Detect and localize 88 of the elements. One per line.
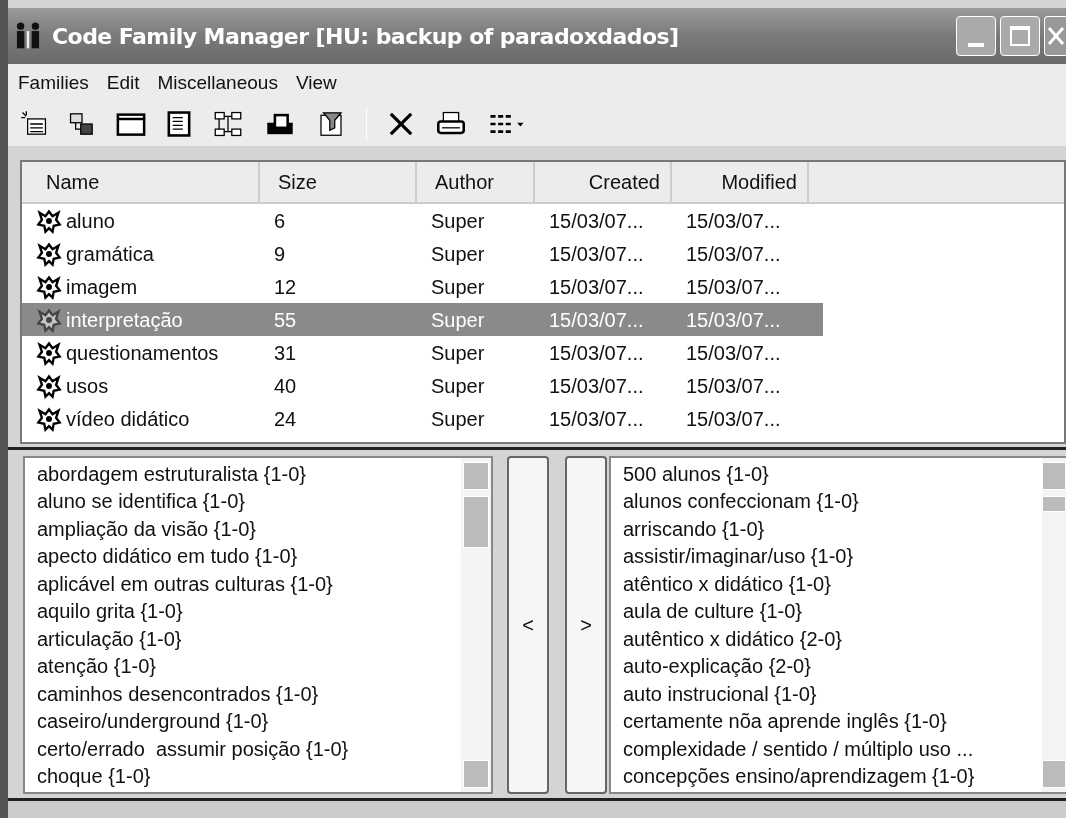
table-cell-text: 31 — [274, 340, 297, 366]
code-item[interactable]: complexidade / sentido / múltiplo uso ... — [623, 735, 1042, 763]
table-cell-text: Super — [431, 340, 485, 366]
table-cell-text: 15/03/07... — [549, 241, 644, 267]
hierarchy-icon[interactable] — [68, 110, 96, 138]
table-cell-text: 12 — [274, 274, 297, 300]
table-cell-text: 15/03/07... — [549, 340, 644, 366]
table-cell-text: 15/03/07... — [549, 373, 644, 399]
code-item[interactable]: articulação {1-0} — [37, 625, 461, 653]
column-header[interactable]: Name — [22, 162, 260, 202]
table-cell-text: 15/03/07... — [549, 307, 644, 333]
family-icon — [36, 372, 62, 399]
code-item[interactable]: ampliação da visão {1-0} — [37, 515, 461, 543]
column-header[interactable]: Size — [260, 162, 417, 202]
table-cell-text: 15/03/07... — [549, 274, 644, 300]
table-cell-text: imagem — [66, 274, 138, 300]
code-item[interactable]: apecto didático em tudo {1-0} — [37, 542, 461, 570]
table-cell-text: Super — [431, 373, 485, 399]
network-icon[interactable] — [212, 110, 244, 138]
family-icon — [36, 405, 62, 432]
table-cell-text: Super — [431, 241, 485, 267]
column-header[interactable]: Created — [535, 162, 672, 202]
table-cell-text: 15/03/07... — [686, 274, 781, 300]
code-item[interactable]: assistir/imaginar/uso {1-0} — [623, 542, 1042, 570]
code-item[interactable]: certo/errado assumir posição {1-0} — [37, 735, 461, 763]
table-cell-text: gramática — [66, 241, 154, 267]
menu-item[interactable]: Edit — [106, 68, 140, 98]
family-icon — [36, 207, 62, 234]
table-cell-text: 24 — [274, 406, 297, 432]
table-cell-text: usos — [66, 373, 109, 399]
column-header[interactable]: Modified — [672, 162, 809, 202]
close-icon — [1047, 25, 1065, 47]
family-icon — [36, 339, 62, 366]
code-item[interactable]: aluno se identifica {1-0} — [37, 487, 461, 515]
table-cell-text: Super — [431, 307, 485, 333]
close-button[interactable] — [1044, 16, 1066, 56]
code-item[interactable]: alunos confeccionam {1-0} — [623, 487, 1042, 515]
table-cell-text: 15/03/07... — [549, 208, 644, 234]
family-icon — [36, 306, 62, 333]
family-icon — [36, 273, 62, 300]
move-button[interactable]: < — [507, 456, 549, 794]
table-cell-text: interpretação — [66, 307, 183, 333]
table-cell-text: 15/03/07... — [686, 406, 781, 432]
new-item-icon[interactable] — [20, 110, 48, 138]
family-icon — [36, 240, 62, 267]
code-item[interactable]: autêntico x didático {2-0} — [623, 625, 1042, 653]
code-item[interactable]: certamente nõa aprende inglês {1-0} — [623, 707, 1042, 735]
table-cell-text: 15/03/07... — [686, 340, 781, 366]
menu-item[interactable]: Miscellaneous — [157, 68, 278, 98]
table-cell-text: Super — [431, 208, 485, 234]
column-header[interactable]: Author — [417, 162, 535, 202]
menu-item[interactable]: Families — [18, 68, 89, 98]
code-item[interactable]: concepções ensino/aprendizagem {1-0} — [623, 762, 1042, 790]
table-cell-text: 6 — [274, 208, 286, 234]
code-item[interactable]: abordagem estruturalista {1-0} — [37, 460, 461, 488]
table-cell-text: 15/03/07... — [686, 241, 781, 267]
window-icon[interactable] — [116, 110, 146, 138]
scrollbar[interactable] — [1042, 458, 1066, 792]
table-cell-text: 15/03/07... — [549, 406, 644, 432]
code-item[interactable]: 500 alunos {1-0} — [623, 460, 1042, 488]
delete-icon[interactable] — [387, 110, 415, 138]
table-cell-text: Super — [431, 274, 485, 300]
table-cell-text: 15/03/07... — [686, 307, 781, 333]
document-icon[interactable] — [166, 110, 192, 138]
table-cell-text: 9 — [274, 241, 286, 267]
table-cell-text: questionamentos — [66, 340, 219, 366]
menu-item[interactable]: View — [295, 68, 337, 98]
table-cell-text: aluno — [66, 208, 115, 234]
code-item[interactable]: atenção {1-0} — [37, 652, 461, 680]
scrollbar[interactable] — [461, 458, 491, 792]
table-cell-text: 15/03/07... — [686, 373, 781, 399]
code-item[interactable]: aula de culture {1-0} — [623, 597, 1042, 625]
code-item[interactable]: aquilo grita {1-0} — [37, 597, 461, 625]
code-item[interactable]: auto instrucional {1-0} — [623, 680, 1042, 708]
code-item[interactable]: auto-explicação {2-0} — [623, 652, 1042, 680]
table-cell-text: 15/03/07... — [686, 208, 781, 234]
code-item[interactable]: caseiro/underground {1-0} — [37, 707, 461, 735]
window-title: Code Family Manager [HU: backup of paradoxdados] — [52, 22, 679, 51]
table-cell-text: Super — [431, 406, 485, 432]
table-cell-text: 55 — [274, 307, 297, 333]
code-item[interactable]: atêntico x didático {1-0} — [623, 570, 1042, 598]
table-cell-text: 40 — [274, 373, 297, 399]
code-item[interactable]: choque {1-0} — [37, 762, 461, 790]
code-item[interactable]: aplicável em outras culturas {1-0} — [37, 570, 461, 598]
table-cell-text: vídeo didático — [66, 406, 190, 432]
code-item[interactable]: caminhos desencontrados {1-0} — [37, 680, 461, 708]
move-button[interactable]: > — [565, 456, 607, 794]
code-item[interactable]: arriscando {1-0} — [623, 515, 1042, 543]
